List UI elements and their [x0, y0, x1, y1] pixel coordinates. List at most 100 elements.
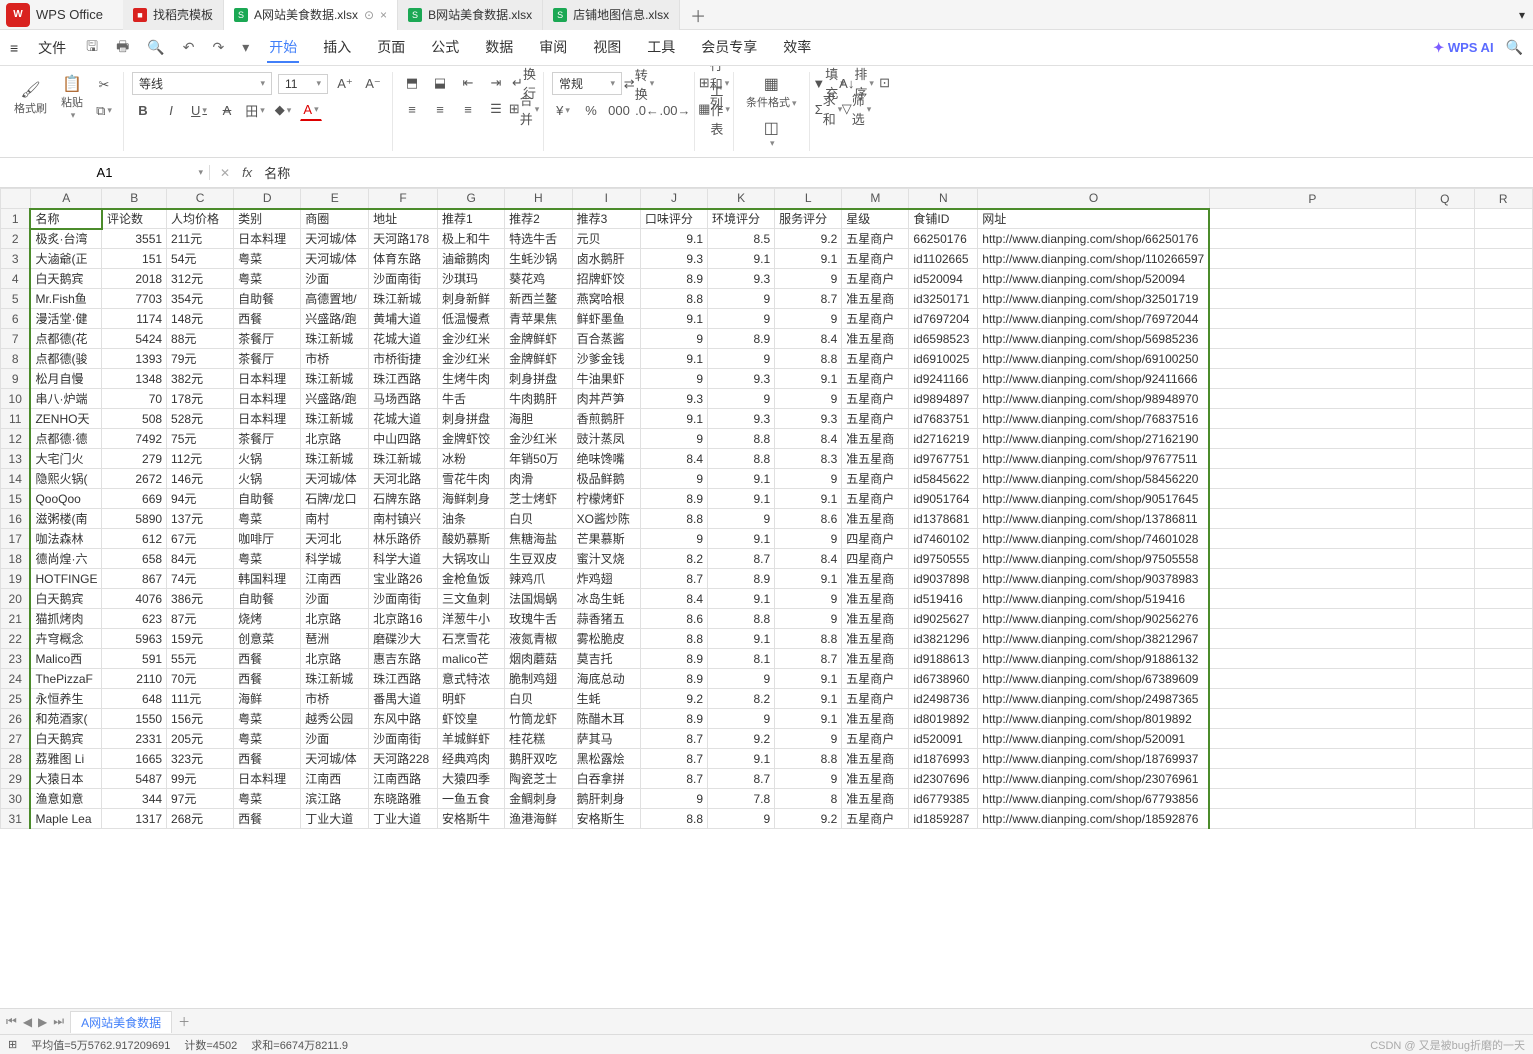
cell[interactable]: 马场西路	[369, 389, 438, 409]
cell[interactable]: 点都德(花	[30, 329, 102, 349]
cell[interactable]	[1415, 589, 1474, 609]
cell[interactable]: 658	[102, 549, 167, 569]
cell[interactable]: 肉滑	[505, 469, 572, 489]
cell[interactable]: id9025627	[909, 609, 978, 629]
cell[interactable]	[1415, 729, 1474, 749]
cell[interactable]: 滋粥楼(南	[30, 509, 102, 529]
cell[interactable]: 珠江西路	[369, 369, 438, 389]
cell[interactable]: 日本料理	[234, 229, 301, 249]
cell[interactable]: 生蚝沙锅	[505, 249, 572, 269]
row-header[interactable]: 31	[1, 809, 31, 829]
cell[interactable]: 珠江西路	[369, 669, 438, 689]
search-icon[interactable]: 🔍	[1506, 39, 1523, 56]
cell[interactable]: 商圈	[301, 209, 369, 229]
cell[interactable]	[1474, 329, 1532, 349]
cell[interactable]	[1415, 449, 1474, 469]
cell[interactable]: 金沙红米	[438, 329, 505, 349]
cell[interactable]	[1415, 249, 1474, 269]
cell[interactable]: 烟肉蘑菇	[505, 649, 572, 669]
cell[interactable]: id1859287	[909, 809, 978, 829]
cell[interactable]: http://www.dianping.com/shop/97505558	[978, 549, 1209, 569]
cell[interactable]: 344	[102, 789, 167, 809]
cell[interactable]	[1209, 429, 1415, 449]
cell[interactable]: 串八·炉端	[30, 389, 102, 409]
cell[interactable]	[1474, 269, 1532, 289]
cell[interactable]: 日本料理	[234, 389, 301, 409]
row-header[interactable]: 29	[1, 769, 31, 789]
cell[interactable]: 2110	[102, 669, 167, 689]
cell[interactable]: 9	[775, 729, 842, 749]
cell[interactable]: 137元	[167, 509, 234, 529]
cell[interactable]: 天河北路	[369, 469, 438, 489]
cell-reference-input[interactable]	[55, 165, 155, 180]
cell[interactable]	[1474, 569, 1532, 589]
cell[interactable]: Malico西	[30, 649, 102, 669]
cell[interactable]: 粤菜	[234, 249, 301, 269]
cell[interactable]: 323元	[167, 749, 234, 769]
cell[interactable]	[1415, 789, 1474, 809]
cell[interactable]	[1415, 269, 1474, 289]
cell[interactable]: 四星商户	[842, 549, 909, 569]
cell[interactable]: 8.9	[708, 329, 775, 349]
cell[interactable]: 年销50万	[505, 449, 572, 469]
cell[interactable]: 9.1	[775, 249, 842, 269]
cell[interactable]: 87元	[167, 609, 234, 629]
cell[interactable]: 8.9	[640, 269, 707, 289]
document-tab[interactable]: ■找稻壳模板	[123, 0, 224, 30]
cell[interactable]: 三文鱼刺	[438, 589, 505, 609]
row-header[interactable]: 24	[1, 669, 31, 689]
cell[interactable]: id1876993	[909, 749, 978, 769]
cell[interactable]: 准五星商	[842, 749, 909, 769]
cell[interactable]	[1474, 209, 1532, 229]
cell[interactable]: 兴盛路/跑	[301, 309, 369, 329]
cell[interactable]	[1415, 549, 1474, 569]
cell[interactable]: 江南西路	[369, 769, 438, 789]
cell[interactable]: 金枪鱼饭	[438, 569, 505, 589]
cell[interactable]: 猫抓烤肉	[30, 609, 102, 629]
cell[interactable]: 9.3	[640, 389, 707, 409]
row-header[interactable]: 3	[1, 249, 31, 269]
column-header[interactable]: B	[102, 189, 167, 209]
cell[interactable]: 丁业大道	[301, 809, 369, 829]
row-header[interactable]: 4	[1, 269, 31, 289]
cell[interactable]: 148元	[167, 309, 234, 329]
column-header[interactable]: N	[909, 189, 978, 209]
cell[interactable]: 推荐3	[572, 209, 640, 229]
cell[interactable]: 粤菜	[234, 549, 301, 569]
currency-icon[interactable]: ¥▾	[552, 99, 574, 121]
cell[interactable]	[1415, 289, 1474, 309]
cell[interactable]	[1474, 369, 1532, 389]
cell[interactable]	[1415, 629, 1474, 649]
column-header[interactable]: I	[572, 189, 640, 209]
cell[interactable]: 柠檬烤虾	[572, 489, 640, 509]
cell[interactable]: 口味评分	[640, 209, 707, 229]
row-header[interactable]: 8	[1, 349, 31, 369]
column-header[interactable]: H	[505, 189, 572, 209]
cell[interactable]: 石牌/龙口	[301, 489, 369, 509]
cell[interactable]: http://www.dianping.com/shop/67389609	[978, 669, 1209, 689]
cell[interactable]: 大猿四季	[438, 769, 505, 789]
column-header[interactable]: O	[978, 189, 1209, 209]
cell[interactable]: 天河城/体	[301, 249, 369, 269]
cell[interactable]: 沙爹金钱	[572, 349, 640, 369]
cell[interactable]: 冰岛生蚝	[572, 589, 640, 609]
cell[interactable]: 70	[102, 389, 167, 409]
cell[interactable]	[1474, 289, 1532, 309]
cell[interactable]	[1209, 389, 1415, 409]
cell[interactable]: 丁业大道	[369, 809, 438, 829]
formula-input[interactable]: 名称	[264, 163, 290, 182]
cell[interactable]: 北京路16	[369, 609, 438, 629]
cell[interactable]: 粤菜	[234, 789, 301, 809]
cell[interactable]: 9.1	[775, 669, 842, 689]
cell[interactable]: 鹅肝双吃	[505, 749, 572, 769]
document-tab[interactable]: SA网站美食数据.xlsx⊙×	[224, 0, 398, 30]
cell[interactable]: http://www.dianping.com/shop/56985236	[978, 329, 1209, 349]
cell[interactable]: 兴盛路/跑	[301, 389, 369, 409]
cell[interactable]: 莫吉托	[572, 649, 640, 669]
decrease-font-icon[interactable]: A⁻	[362, 73, 384, 95]
bold-button[interactable]: B	[132, 99, 154, 121]
row-header[interactable]: 17	[1, 529, 31, 549]
cell[interactable]: 五星商户	[842, 409, 909, 429]
cell[interactable]	[1415, 349, 1474, 369]
align-left-icon[interactable]: ≡	[401, 98, 423, 120]
